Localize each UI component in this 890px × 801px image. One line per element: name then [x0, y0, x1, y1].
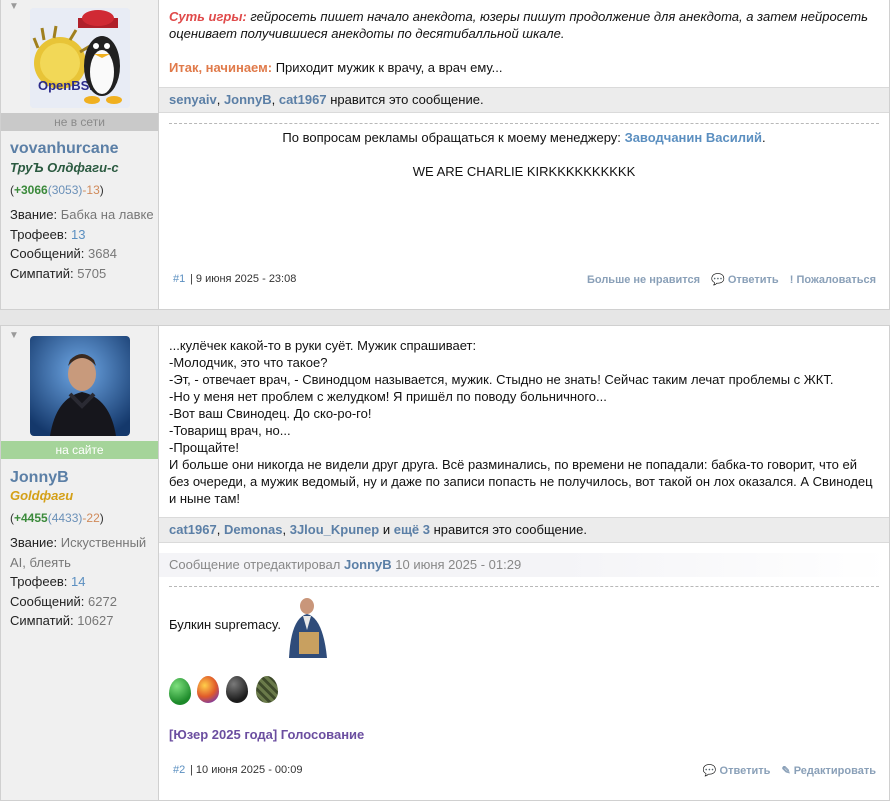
- status-badge: на сайте: [1, 441, 158, 459]
- likes-bar: cat1967, Demonas, 3Jlou_Kpuпep и ещё 3 н…: [159, 517, 889, 543]
- reputation: (+3066(3053)-13): [10, 183, 104, 197]
- rep-minus: -22: [82, 511, 100, 525]
- username-link[interactable]: JonnyB: [10, 469, 69, 487]
- messages-value: 3684: [88, 246, 117, 261]
- liker-link[interactable]: senyaiv: [169, 92, 217, 107]
- liker-link[interactable]: 3Jlou_Kpuпep: [290, 522, 379, 537]
- signature-line-2: WE ARE CHARLIE KIRKKKKKKKKKK: [412, 164, 636, 179]
- likes-bar: senyaiv, JonnyB, cat1967 нравится это со…: [159, 87, 889, 113]
- likes-row: Симпатий: 10627: [10, 613, 114, 628]
- post-date: | 10 июня 2025 - 00:09: [190, 764, 303, 776]
- trophies-row: Трофеев: 14: [10, 574, 86, 589]
- post-footer: #1 | 9 июня 2025 - 23:08 Больше не нрави…: [159, 273, 889, 289]
- likes-value: 10627: [77, 613, 114, 628]
- post-2-author-panel: ▼ на сайте JonnyB Goldфаги (+4455(4433)-…: [1, 326, 159, 800]
- liker-link[interactable]: cat1967: [279, 92, 327, 107]
- likes-suffix: нравится это сообщение.: [433, 522, 588, 537]
- rep-minus: -13: [82, 183, 100, 197]
- rep-plus: +3066: [14, 183, 48, 197]
- more-likers-link[interactable]: ещё 3: [394, 522, 430, 537]
- user-info: Звание: Бабка на лавке Трофеев: 13 Сообщ…: [10, 205, 155, 283]
- reply-button[interactable]: 💬 Ответить: [703, 765, 771, 777]
- user-title: ТруЪ Олдфаги-с: [10, 160, 119, 175]
- likes-suffix: нравится это сообщение.: [330, 92, 484, 107]
- reply-button[interactable]: 💬 Ответить: [711, 274, 779, 286]
- start-label: Итак, начинаем:: [169, 60, 273, 75]
- comment-icon: 💬: [702, 765, 717, 777]
- bulkin-image: [285, 596, 333, 658]
- text-line: -Молодчик, это что такое?: [169, 355, 328, 370]
- liker-link[interactable]: JonnyB: [224, 92, 272, 107]
- eggs-row: [169, 676, 289, 708]
- scaled-egg-icon[interactable]: [256, 676, 278, 703]
- trophies-row: Трофеев: 13: [10, 226, 86, 242]
- user-title: Goldфаги: [10, 488, 74, 503]
- trophies-link[interactable]: 14: [71, 574, 85, 589]
- messages-row: Сообщений: 6272: [10, 593, 117, 609]
- intro-text: гейросеть пишет начало анекдота, юзеры п…: [169, 9, 868, 41]
- post-1: ▼ OpenBSD не в сети vovanhurcane ТруЪ Ол…: [0, 0, 890, 310]
- comment-icon: 💬: [711, 274, 725, 286]
- post-text: ...кулёчек какой-то в руки суёт. Мужик с…: [169, 337, 879, 507]
- collapse-arrow-icon[interactable]: ▼: [9, 1, 19, 12]
- messages-row: Сообщений: 3684: [10, 246, 117, 261]
- liker-link[interactable]: Demonas: [224, 522, 283, 537]
- rank-row: Звание: Искуственный AI, блеять: [10, 535, 147, 570]
- post-2-body: ...кулёчек какой-то в руки суёт. Мужик с…: [159, 326, 889, 800]
- user-info: Звание: Искуственный AI, блеять Трофеев:…: [10, 533, 155, 631]
- manager-link[interactable]: Заводчанин Василий: [625, 130, 762, 145]
- rep-total: 3053: [51, 183, 79, 197]
- vote-link[interactable]: [Юзер 2025 года] Голосование: [169, 727, 364, 742]
- exclamation-icon: !: [789, 274, 794, 286]
- trophies-link[interactable]: 13: [71, 227, 85, 242]
- edited-notice: Сообщение отредактировал JonnyB 10 июня …: [159, 553, 889, 577]
- post-number-link[interactable]: #1: [173, 273, 185, 285]
- likes-value: 5705: [77, 265, 107, 281]
- text-line: ...кулёчек какой-то в руки суёт. Мужик с…: [169, 338, 477, 353]
- dark-egg-icon[interactable]: [226, 676, 248, 703]
- post-footer: #2 | 10 июня 2025 - 00:09 💬 Ответить ✎ Р…: [159, 764, 889, 780]
- text-line: -Эт, - отвечает врач, - Свинодцом называ…: [169, 372, 834, 387]
- signature-text: Булкин supremacy.: [169, 617, 282, 632]
- unlike-button[interactable]: Больше не нравится: [587, 274, 700, 286]
- report-button[interactable]: ! Пожаловаться: [790, 274, 876, 286]
- signature-divider: [169, 586, 879, 587]
- intro-label: Суть игры:: [169, 9, 247, 24]
- editor-link[interactable]: JonnyB: [344, 557, 392, 572]
- post-1-body: Суть игры: гейросеть пишет начало анекдо…: [159, 0, 889, 309]
- signature-line-1: По вопросам рекламы обращаться к моему м…: [282, 130, 766, 145]
- avatar[interactable]: [30, 336, 130, 436]
- edit-button[interactable]: ✎ Редактировать: [781, 765, 876, 777]
- text-line: -Прощайте!: [169, 440, 239, 455]
- likes-row: Симпатий: 5705: [10, 265, 107, 281]
- post-1-author-panel: ▼ OpenBSD не в сети vovanhurcane ТруЪ Ол…: [1, 0, 159, 309]
- text-line: -Вот ваш Свинодец. До ско-ро-го!: [169, 406, 372, 421]
- rep-total: 4433: [51, 511, 79, 525]
- status-badge: не в сети: [1, 113, 158, 131]
- post-text-start: Итак, начинаем: Приходит мужик к врачу, …: [169, 59, 879, 76]
- fire-egg-icon[interactable]: [197, 676, 219, 703]
- pencil-icon: ✎: [781, 765, 791, 777]
- post-date: | 9 июня 2025 - 23:08: [190, 273, 297, 285]
- username-link[interactable]: vovanhurcane: [10, 140, 118, 158]
- rank-value: Бабка на лавке: [60, 207, 154, 222]
- messages-value: 6272: [88, 593, 117, 609]
- post-number-link[interactable]: #2: [173, 764, 185, 776]
- liker-link[interactable]: cat1967: [169, 522, 217, 537]
- reputation: (+4455(4433)-22): [10, 511, 104, 525]
- collapse-arrow-icon[interactable]: ▼: [9, 330, 19, 341]
- post-text: Суть игры: гейросеть пишет начало анекдо…: [169, 8, 879, 42]
- text-line: -Но у меня нет проблем с желудком! Я при…: [169, 389, 607, 404]
- signature-divider: [169, 123, 879, 124]
- text-line: -Товарищ врач, но...: [169, 423, 291, 438]
- text-line: И больше они никогда не видели друг друг…: [169, 457, 873, 506]
- start-text: Приходит мужик к врачу, а врач ему...: [275, 60, 503, 75]
- edited-date: 10 июня 2025 - 01:29: [395, 557, 522, 572]
- rank-row: Звание: Бабка на лавке: [10, 207, 154, 222]
- green-egg-icon[interactable]: [169, 678, 191, 705]
- avatar[interactable]: OpenBSD: [30, 8, 130, 108]
- rep-plus: +4455: [14, 511, 48, 525]
- post-2: ▼ на сайте JonnyB Goldфаги (+4455(4433)-…: [0, 325, 890, 801]
